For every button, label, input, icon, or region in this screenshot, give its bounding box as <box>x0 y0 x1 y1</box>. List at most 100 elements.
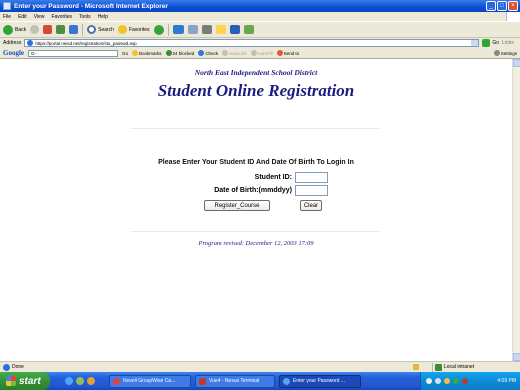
register-course-button[interactable]: Register_Course <box>204 200 270 211</box>
dob-input[interactable] <box>295 185 328 196</box>
ie-quicklaunch-icon[interactable] <box>65 377 73 385</box>
messenger-button[interactable] <box>243 25 254 34</box>
settings-button[interactable]: Settings <box>493 50 517 56</box>
page-icon <box>27 40 34 46</box>
autolink-label: AutoLink <box>229 50 247 56</box>
groupwise-icon <box>113 377 120 385</box>
status-text: Done <box>12 364 24 370</box>
start-button[interactable]: start <box>0 372 50 390</box>
maximize-button[interactable]: □ <box>497 1 507 11</box>
google-go-button[interactable]: Go <box>122 51 128 56</box>
send-to-button[interactable]: Send to <box>276 50 299 56</box>
taskbar: start Novell GroupWise Ca... Vue4 - Nexu… <box>0 372 520 390</box>
back-button[interactable]: Back <box>3 24 26 35</box>
stop-button[interactable] <box>43 25 53 34</box>
bookmarks-button[interactable]: Bookmarks <box>132 50 162 56</box>
explorer-quicklaunch-icon[interactable] <box>87 377 95 385</box>
google-logo[interactable]: Google <box>3 49 24 57</box>
star-icon <box>117 25 127 34</box>
clear-button[interactable]: Clear <box>300 200 322 211</box>
student-id-input[interactable] <box>295 172 328 183</box>
discuss-button[interactable] <box>229 25 240 34</box>
windows-logo-icon <box>506 12 520 21</box>
spell-check-button[interactable]: Check <box>198 50 218 56</box>
go-button[interactable]: Go <box>482 39 499 47</box>
search-icon <box>87 25 97 34</box>
search-button[interactable]: Search <box>87 25 114 34</box>
menu-help[interactable]: Help <box>98 14 108 20</box>
go-arrow-icon <box>482 39 491 47</box>
google-go-label: Go <box>122 50 129 56</box>
home-button[interactable] <box>69 25 79 34</box>
autolink-icon <box>222 50 229 56</box>
history-button[interactable] <box>172 25 184 34</box>
back-arrow-icon <box>3 24 13 35</box>
page-content: North East Independent School District S… <box>0 59 512 361</box>
desktop-quicklaunch-icon[interactable] <box>76 377 84 385</box>
menu-view[interactable]: View <box>34 14 45 20</box>
menu-file[interactable]: File <box>3 14 11 20</box>
intranet-icon <box>435 363 442 371</box>
go-label: Go <box>492 40 500 46</box>
media-button[interactable] <box>153 24 164 35</box>
windows-flag-icon <box>6 376 16 386</box>
bookmarks-label: Bookmarks <box>139 50 162 56</box>
gear-icon <box>493 50 500 56</box>
blocked-label: 24 blocked <box>172 50 195 56</box>
print-button[interactable] <box>201 25 212 34</box>
mail-button[interactable] <box>187 25 198 34</box>
google-search-input[interactable]: G- <box>28 49 118 57</box>
ie-task-icon <box>283 377 290 385</box>
scroll-down-icon[interactable] <box>513 353 520 361</box>
taskbar-item-enter-password[interactable]: Enter your Password ... <box>279 374 361 388</box>
task-label: Vue4 - Nexus Terminal <box>209 378 260 384</box>
close-button[interactable]: × <box>508 1 518 11</box>
security-icon[interactable] <box>444 378 450 384</box>
clock[interactable]: 4:09 PM <box>497 378 516 384</box>
scroll-up-icon[interactable] <box>513 59 520 67</box>
autofill-button[interactable]: AutoFill <box>250 50 273 56</box>
window-title: Enter your Password - Microsoft Internet… <box>14 2 168 10</box>
check-icon <box>198 50 205 56</box>
send-icon <box>276 50 283 56</box>
address-bar: Address https://portal.neisd.net/registr… <box>0 38 520 48</box>
menu-edit[interactable]: Edit <box>18 14 27 20</box>
address-dropdown-icon[interactable] <box>471 40 479 46</box>
lock-icon <box>413 364 419 370</box>
forward-button[interactable] <box>30 25 40 34</box>
antivirus-icon[interactable] <box>453 378 459 384</box>
window-titlebar[interactable]: Enter your Password - Microsoft Internet… <box>0 0 520 12</box>
autolink-button[interactable]: AutoLink <box>222 50 247 56</box>
divider-top <box>131 128 379 129</box>
menu-favorites[interactable]: Favorites <box>51 14 72 20</box>
task-label: Enter your Password ... <box>293 378 345 384</box>
start-label: start <box>19 375 41 387</box>
taskbar-item-vue4[interactable]: Vue4 - Nexus Terminal <box>195 374 275 388</box>
menu-tools[interactable]: Tools <box>79 14 91 20</box>
toolbar-separator <box>82 23 84 36</box>
refresh-button[interactable] <box>56 25 66 34</box>
google-toolbar: Google G- Go Bookmarks 24 blocked Check … <box>0 48 520 59</box>
vertical-scrollbar[interactable] <box>512 59 520 361</box>
district-name: North East Independent School District <box>194 68 318 77</box>
network-icon[interactable] <box>426 378 432 384</box>
popup-blocker-button[interactable]: 24 blocked <box>165 50 195 56</box>
menu-bar: File Edit View Favorites Tools Help <box>0 12 520 21</box>
star-icon <box>132 50 139 56</box>
favorites-button[interactable]: Favorites <box>117 25 150 34</box>
app-tray-icon[interactable] <box>462 378 468 384</box>
minimize-button[interactable]: _ <box>486 1 496 11</box>
toolbar-separator <box>167 23 169 36</box>
blocked-icon <box>165 50 172 56</box>
zone-label: Local intranet <box>444 364 475 370</box>
page-done-icon <box>3 363 10 371</box>
status-bar: Done Local intranet <box>0 361 520 372</box>
links-button[interactable]: Links <box>502 40 514 46</box>
system-tray: 4:09 PM <box>420 372 520 390</box>
ie-icon <box>3 2 11 10</box>
edit-button[interactable] <box>215 25 226 34</box>
volume-icon[interactable] <box>435 378 441 384</box>
taskbar-item-groupwise[interactable]: Novell GroupWise Ca... <box>109 374 191 388</box>
favorites-label: Favorites <box>128 26 150 33</box>
address-input[interactable]: https://portal.neisd.net/registration/st… <box>24 39 480 47</box>
